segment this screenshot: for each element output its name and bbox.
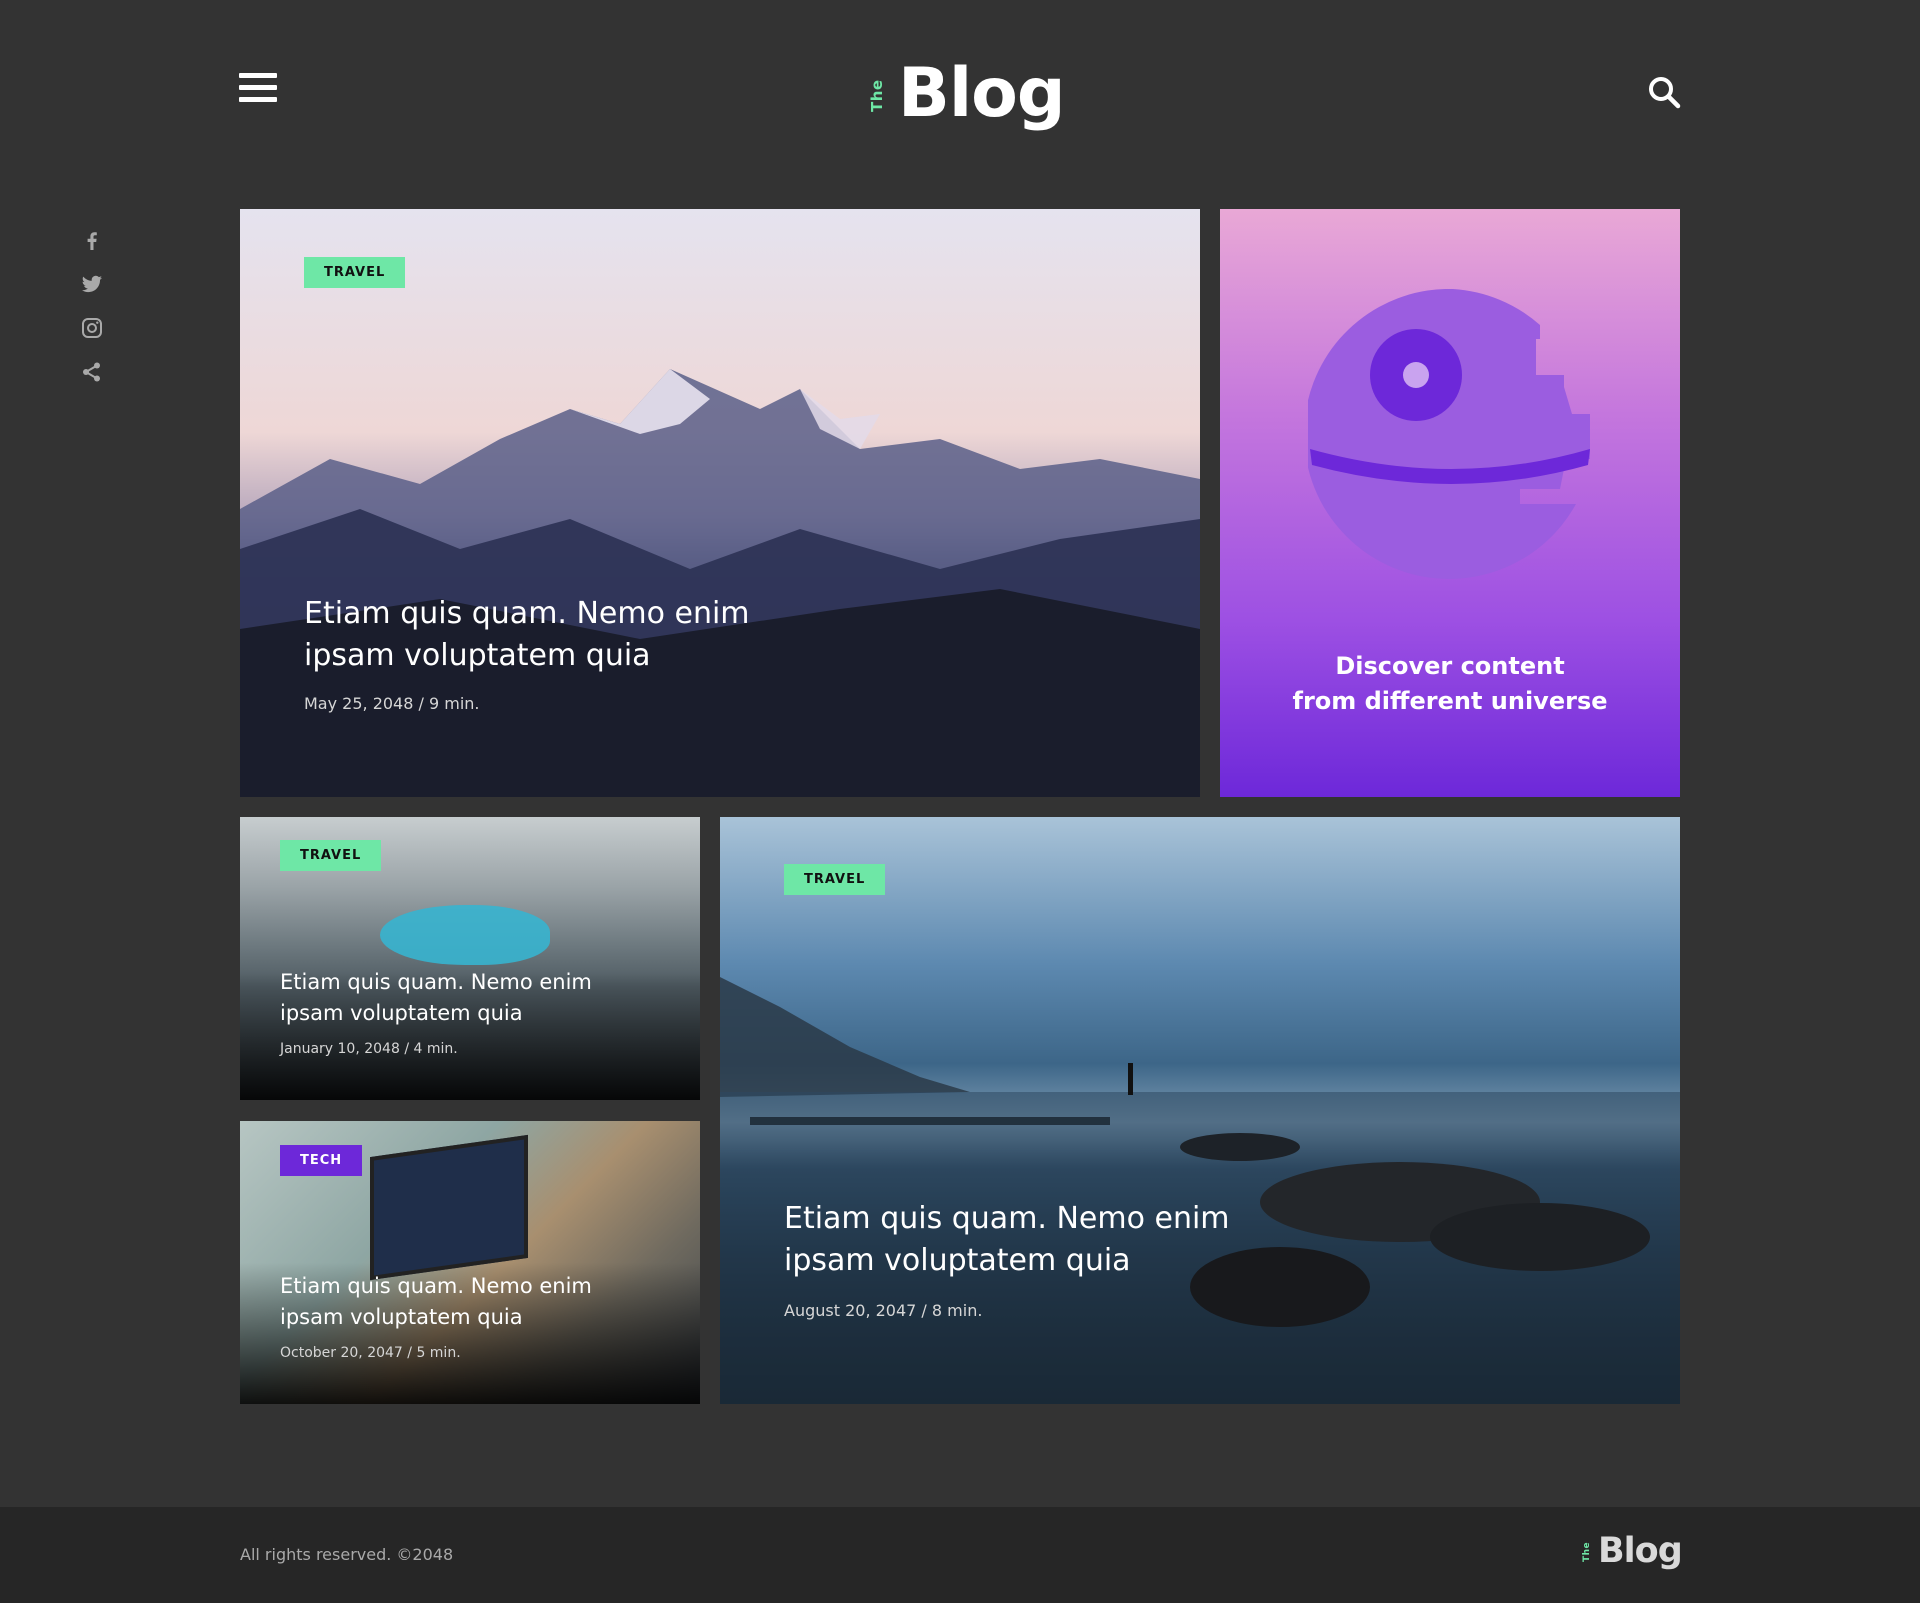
promo-text: Discover content from different universe [1220, 649, 1680, 719]
footer-logo-main-text: Blog [1598, 1531, 1683, 1571]
search-icon[interactable] [1647, 75, 1681, 109]
share-icon[interactable] [80, 360, 104, 384]
site-footer: All rights reserved. ©2048 The Blog [0, 1507, 1920, 1603]
featured-post-card[interactable]: TRAVEL Etiam quis quam. Nemo enim ipsam … [240, 209, 1200, 797]
category-badge[interactable]: TRAVEL [304, 257, 406, 288]
post-title[interactable]: Etiam quis quam. Nemo enim ipsam volupta… [304, 593, 824, 677]
post-title[interactable]: Etiam quis quam. Nemo enim ipsam volupta… [784, 1198, 1304, 1282]
footer-logo-small-text: The [1582, 1541, 1592, 1562]
death-star-icon [1308, 289, 1590, 579]
category-badge[interactable]: TRAVEL [280, 840, 382, 871]
site-header: The Blog [0, 0, 1920, 200]
promo-line-1: Discover content [1335, 652, 1565, 680]
instagram-icon[interactable] [80, 316, 104, 340]
post-meta: January 10, 2048 / 4 min. [280, 1041, 458, 1057]
post-card[interactable]: TECH Etiam quis quam. Nemo enim ipsam vo… [240, 1121, 700, 1404]
logo-small-text: The [868, 79, 886, 112]
twitter-icon[interactable] [80, 272, 104, 296]
post-card[interactable]: TRAVEL Etiam quis quam. Nemo enim ipsam … [240, 817, 700, 1100]
post-meta: August 20, 2047 / 8 min. [784, 1301, 983, 1320]
social-links [80, 228, 104, 404]
post-title[interactable]: Etiam quis quam. Nemo enim ipsam volupta… [280, 1271, 660, 1333]
post-card-large[interactable]: TRAVEL Etiam quis quam. Nemo enim ipsam … [720, 817, 1680, 1404]
post-title[interactable]: Etiam quis quam. Nemo enim ipsam volupta… [280, 967, 660, 1029]
site-logo[interactable]: The Blog [868, 50, 1066, 133]
category-badge[interactable]: TRAVEL [784, 864, 886, 895]
category-badge[interactable]: TECH [280, 1145, 363, 1176]
facebook-icon[interactable] [80, 228, 104, 252]
post-meta: May 25, 2048 / 9 min. [304, 694, 480, 713]
footer-logo[interactable]: The Blog [1582, 1531, 1683, 1571]
logo-main-text: Blog [898, 54, 1066, 133]
promo-line-2: from different universe [1292, 687, 1608, 715]
copyright-text: All rights reserved. ©2048 [240, 1545, 454, 1564]
promo-card[interactable]: Discover content from different universe [1220, 209, 1680, 797]
hamburger-menu-icon[interactable] [239, 73, 277, 107]
post-meta: October 20, 2047 / 5 min. [280, 1345, 461, 1361]
